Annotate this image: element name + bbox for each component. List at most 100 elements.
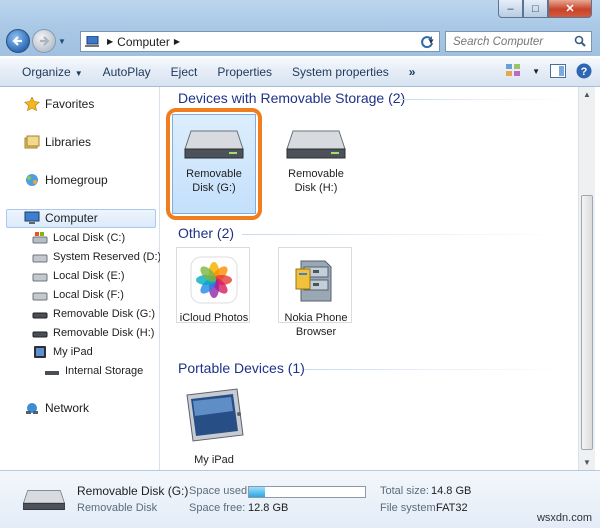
nav-favorites[interactable]: Favorites xyxy=(24,97,94,111)
space-used-label: Space used: xyxy=(189,485,251,497)
breadcrumb-separator-icon[interactable]: ▶ xyxy=(174,37,180,46)
libraries-icon xyxy=(24,135,40,149)
nav-drive-g[interactable]: Removable Disk (G:) xyxy=(32,307,155,321)
properties-button[interactable]: Properties xyxy=(207,65,282,79)
eject-button[interactable]: Eject xyxy=(161,65,208,79)
command-bar: Organize ▼ AutoPlay Eject Properties Syst… xyxy=(0,57,600,87)
tile-label: Disk (G:) xyxy=(192,182,236,194)
details-type: Removable Disk xyxy=(77,502,158,514)
organize-menu[interactable]: Organize ▼ xyxy=(0,65,93,79)
dropdown-arrow-icon: ▼ xyxy=(74,69,83,78)
computer-icon xyxy=(85,36,99,47)
hard-drive-icon xyxy=(32,273,48,282)
tile-label: Disk (H:) xyxy=(294,182,338,194)
nav-drive-e[interactable]: Local Disk (E:) xyxy=(32,269,125,283)
nav-label: Removable Disk (G:) xyxy=(53,308,156,320)
drive-tile-g[interactable]: Removable Disk (G:) xyxy=(172,123,256,195)
total-size-value: 14.8 GB xyxy=(431,485,472,497)
nav-homegroup[interactable]: Homegroup xyxy=(24,173,108,187)
space-free-value: 12.8 GB xyxy=(248,502,289,514)
tile-label: Removable xyxy=(288,168,344,180)
scroll-up-icon[interactable]: ▲ xyxy=(583,90,591,99)
refresh-button[interactable] xyxy=(418,33,436,50)
group-header-other[interactable]: Other (2) xyxy=(178,225,234,241)
help-icon[interactable]: ? xyxy=(576,63,592,79)
tile-label: Nokia Phone xyxy=(284,312,348,324)
drive-tile-h[interactable]: Removable Disk (H:) xyxy=(274,123,358,195)
nav-drive-d[interactable]: System Reserved (D:) xyxy=(32,250,161,264)
icloud-photos-tile[interactable]: iCloud Photos xyxy=(172,253,256,325)
search-box[interactable] xyxy=(445,31,592,52)
view-dropdown-icon[interactable]: ▼ xyxy=(532,67,540,76)
windows-drive-icon xyxy=(32,232,48,244)
more-commands-button[interactable]: » xyxy=(399,65,426,79)
system-properties-button[interactable]: System properties xyxy=(282,65,399,79)
nav-label: Libraries xyxy=(45,135,92,149)
hard-drive-icon xyxy=(32,292,48,301)
storage-icon xyxy=(45,371,59,375)
file-system-label: File system: xyxy=(380,502,439,514)
filing-cabinet-icon xyxy=(295,260,332,302)
star-icon xyxy=(24,97,40,111)
close-button[interactable]: ✕ xyxy=(548,0,592,18)
group-divider xyxy=(242,234,570,235)
nav-network[interactable]: Network xyxy=(24,401,89,415)
nav-label: My iPad xyxy=(53,346,93,358)
ipad-icon xyxy=(34,346,46,358)
maximize-icon: □ xyxy=(532,2,539,15)
network-icon xyxy=(26,403,38,414)
group-header-removable[interactable]: Devices with Removable Storage (2) xyxy=(178,90,405,106)
vertical-scrollbar[interactable]: ▲ ▼ xyxy=(578,87,595,470)
my-ipad-tile[interactable]: My iPad xyxy=(172,385,256,467)
search-icon[interactable] xyxy=(574,35,586,47)
nav-label: Favorites xyxy=(45,97,95,111)
scroll-down-icon[interactable]: ▼ xyxy=(583,458,591,467)
photos-app-icon xyxy=(190,256,238,304)
nav-my-ipad[interactable]: My iPad xyxy=(32,345,93,359)
minimize-icon: – xyxy=(507,2,514,15)
nav-internal-storage[interactable]: Internal Storage xyxy=(44,364,143,378)
tile-label: iCloud Photos xyxy=(179,312,249,324)
autoplay-button[interactable]: AutoPlay xyxy=(93,65,161,79)
nokia-phone-browser-tile[interactable]: Nokia Phone Browser xyxy=(274,253,358,339)
group-divider xyxy=(400,99,570,100)
nav-drive-f[interactable]: Local Disk (F:) xyxy=(32,288,124,302)
nav-drive-c[interactable]: Local Disk (C:) xyxy=(32,231,125,245)
removable-disk-icon xyxy=(32,331,48,338)
total-size-label: Total size: xyxy=(380,485,429,497)
maximize-button[interactable]: □ xyxy=(523,0,548,18)
space-free-label: Space free: xyxy=(189,502,246,514)
view-options-icon[interactable] xyxy=(506,64,522,78)
svg-text:?: ? xyxy=(581,66,588,78)
removable-disk-icon xyxy=(22,490,66,510)
search-input[interactable] xyxy=(451,34,575,49)
address-bar[interactable]: ▶ Computer ▶ ▼ xyxy=(80,31,440,52)
preview-pane-icon[interactable] xyxy=(550,64,566,78)
breadcrumb-separator-icon[interactable]: ▶ xyxy=(107,37,113,46)
space-used-fill xyxy=(249,487,266,497)
group-divider xyxy=(304,369,570,370)
removable-disk-icon xyxy=(286,130,346,159)
nav-label: Removable Disk (H:) xyxy=(53,327,155,339)
nav-drive-h[interactable]: Removable Disk (H:) xyxy=(32,326,154,340)
removable-disk-icon xyxy=(184,130,244,159)
computer-icon xyxy=(24,211,40,224)
minimize-button[interactable]: – xyxy=(498,0,523,18)
navigation-pane: Favorites Libraries Homegroup Computer L… xyxy=(0,87,161,470)
nav-label: Network xyxy=(45,401,90,415)
group-header-portable[interactable]: Portable Devices (1) xyxy=(178,360,305,376)
nav-libraries[interactable]: Libraries xyxy=(24,135,91,149)
forward-button[interactable] xyxy=(32,29,56,53)
tile-label: Browser xyxy=(295,326,337,338)
scrollbar-thumb[interactable] xyxy=(581,195,593,450)
hard-drive-icon xyxy=(32,254,48,263)
recent-pages-dropdown-icon[interactable]: ▼ xyxy=(58,37,66,46)
file-system-value: FAT32 xyxy=(436,502,468,514)
breadcrumb-computer[interactable]: Computer xyxy=(117,35,170,49)
back-arrow-icon xyxy=(12,36,22,46)
content-pane: Devices with Removable Storage (2) Remov… xyxy=(160,87,578,470)
nav-computer[interactable]: Computer xyxy=(24,211,98,225)
back-button[interactable] xyxy=(6,29,30,53)
nav-label: Local Disk (F:) xyxy=(53,289,124,301)
close-icon: ✕ xyxy=(565,3,575,15)
